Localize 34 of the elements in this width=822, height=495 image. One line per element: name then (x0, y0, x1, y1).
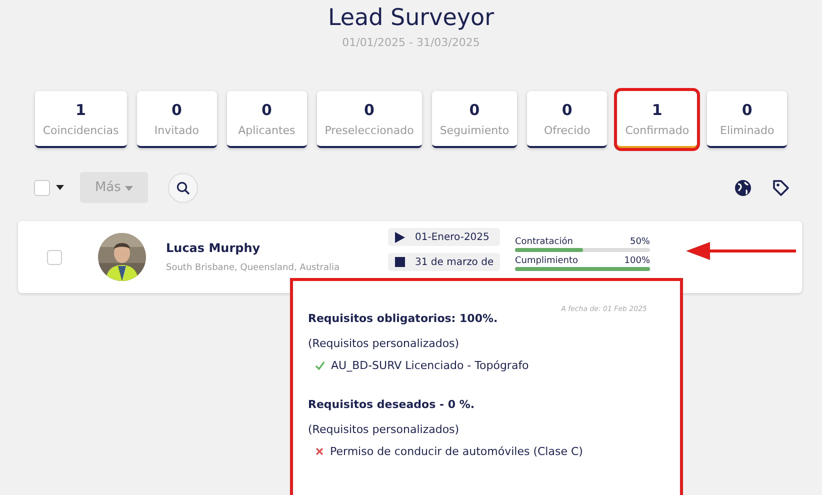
section-heading: Requisitos deseados - 0 %. (308, 398, 476, 411)
globe-icon[interactable] (734, 178, 752, 196)
progress-reading: 50% (630, 237, 650, 247)
search-icon (176, 180, 190, 194)
progress-label: Contratación (515, 237, 573, 247)
stage-tab[interactable]: 0 Invitado (136, 91, 217, 148)
stage-tab[interactable]: 0 Seguimiento (432, 91, 518, 148)
end-date: 31 de marzo de (415, 256, 494, 268)
stage-tab[interactable]: 0 Ofrecido (527, 91, 608, 148)
play-icon (395, 232, 405, 242)
requirement-text: AU_BD-SURV Licenciado - Topógrafo (331, 359, 529, 372)
search-button[interactable] (168, 172, 198, 202)
caret-icon[interactable] (56, 185, 64, 190)
stage-tab[interactable]: 1 Coincidencias (34, 91, 127, 148)
stage-tab[interactable]: 1 Confirmado (617, 91, 698, 148)
date-range: 01/01/2025 - 31/03/2025 (342, 36, 480, 49)
select-all-checkbox[interactable] (34, 180, 50, 196)
group-label: (Requisitos personalizados) (308, 423, 460, 436)
stage-tab[interactable]: 0 Aplicantes (226, 91, 307, 148)
requirement-text: Permiso de conducir de automóviles (Clase C) (330, 445, 583, 458)
group-label: (Requisitos personalizados) (308, 337, 460, 350)
stage-tab[interactable]: 0 Preseleccionado (316, 91, 422, 148)
page-title: Lead Surveyor (328, 5, 494, 31)
candidate-name[interactable]: Lucas Murphy (166, 241, 388, 255)
candidate-location: South Brisbane, Queensland, Australia (166, 263, 340, 273)
progress-reading: 100% (624, 256, 650, 266)
start-date: 01-Enero-2025 (415, 232, 490, 242)
stage-tab[interactable]: 0 Eliminado (707, 91, 788, 148)
tag-icon[interactable] (772, 178, 790, 196)
progress-label: Cumplimiento (515, 256, 578, 266)
caret-icon (125, 186, 134, 191)
stop-icon (395, 257, 405, 267)
section-heading: Requisitos obligatorios: 100%. (308, 312, 499, 325)
row-checkbox[interactable] (47, 250, 62, 264)
